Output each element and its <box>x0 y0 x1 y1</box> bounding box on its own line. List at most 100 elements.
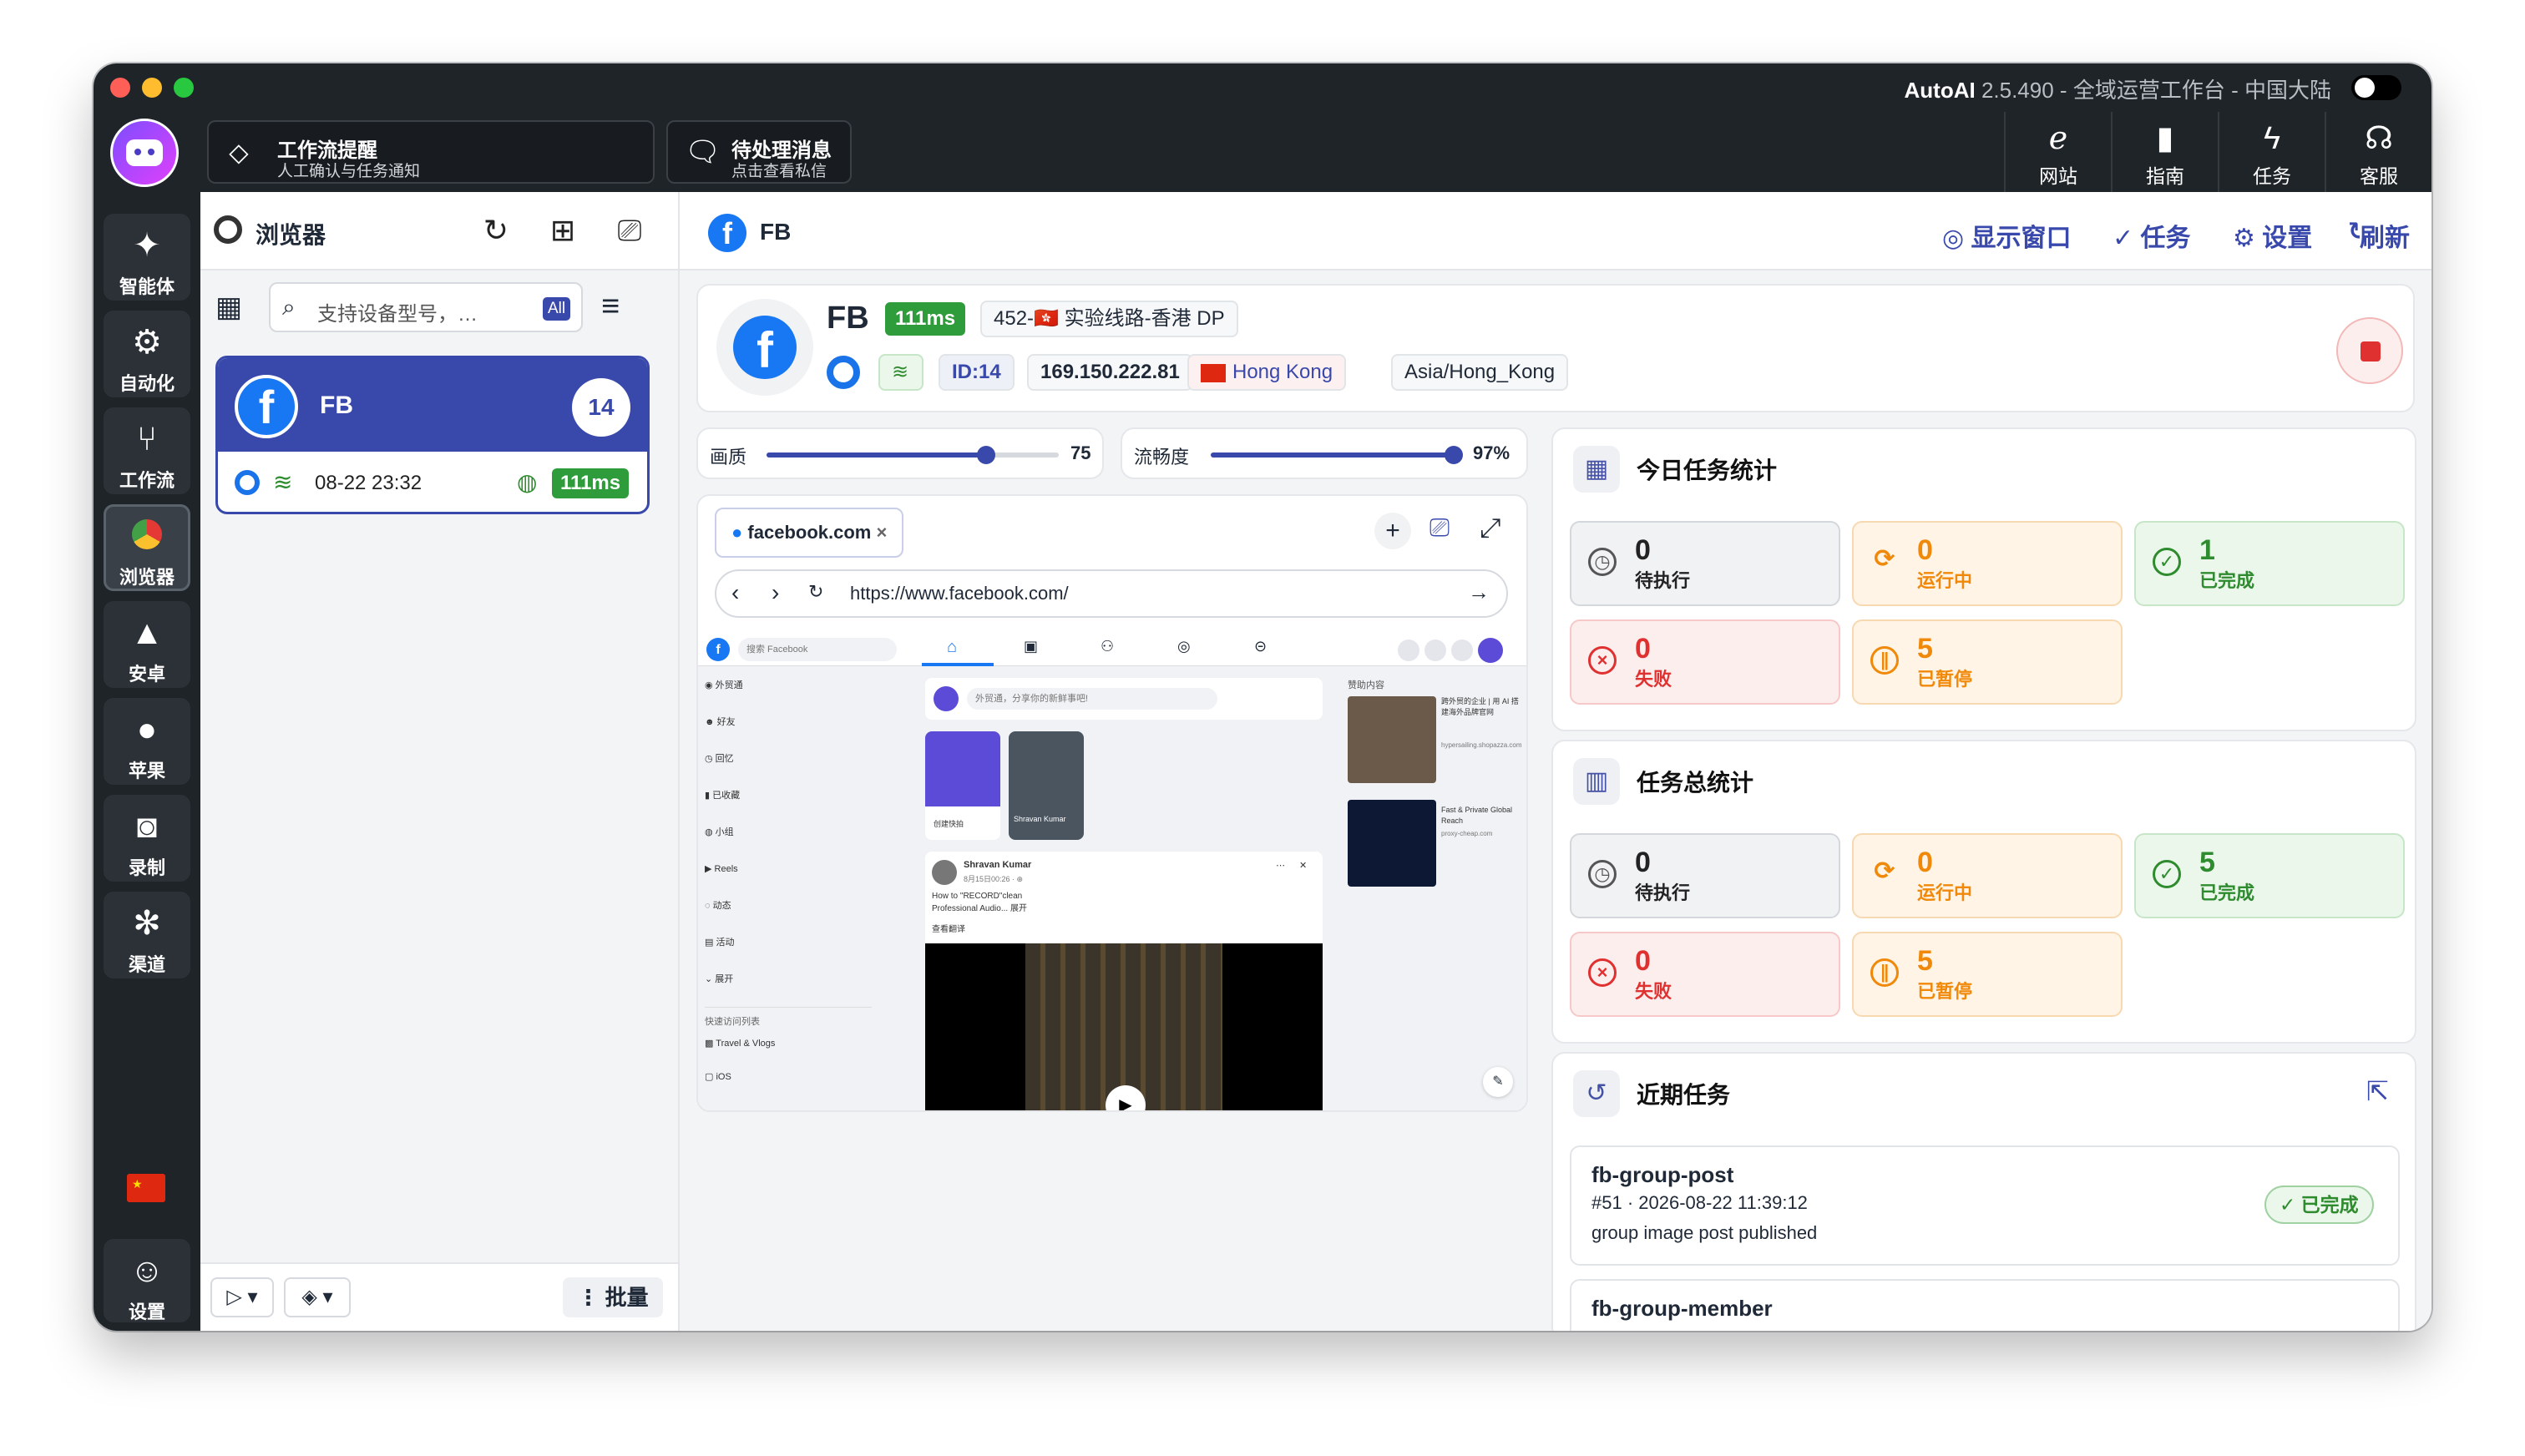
website-button[interactable]: ℯ 网站 <box>2004 112 2111 192</box>
fb-sidebar-item[interactable]: ◉ 外贸通 <box>705 676 872 713</box>
category-filter-dropdown[interactable]: ◈ ▾ <box>284 1277 351 1317</box>
post-translate[interactable]: 查看翻译 <box>932 922 965 934</box>
maximize-window-button[interactable] <box>174 78 194 98</box>
ad-title[interactable]: 跨外贸的企业 | 用 AI 搭建海外品牌官网 <box>1441 696 1521 718</box>
smooth-slider-knob[interactable] <box>1445 446 1463 464</box>
nav-apple[interactable]: ● 苹果 <box>104 698 190 785</box>
edit-icon[interactable]: ✎ <box>1483 1067 1513 1097</box>
ad-image[interactable] <box>1348 800 1436 887</box>
nav-browser[interactable]: 浏览器 <box>104 504 190 591</box>
label-filter-dropdown[interactable]: ▷ ▾ <box>210 1277 274 1317</box>
new-tab-button[interactable]: + <box>1374 513 1411 549</box>
stat-paused[interactable]: ∥ 5 已暂停 <box>1852 619 2123 705</box>
china-flag-icon[interactable]: ★ <box>127 1174 165 1202</box>
nav-workflow[interactable]: ⑂ 工作流 <box>104 407 190 494</box>
fb-sidebar-item[interactable]: ▮ 已收藏 <box>705 786 872 823</box>
refresh-label-wrap[interactable]: 刷新 <box>2360 217 2415 254</box>
marketplace-icon[interactable]: ◎ <box>1177 638 1191 655</box>
filter-badge[interactable]: All <box>543 297 571 321</box>
quality-slider[interactable] <box>767 446 1059 464</box>
cast-icon[interactable]: ⎚ <box>610 210 650 250</box>
grid-icon[interactable]: ▦ <box>215 291 242 324</box>
fb-sidebar-item[interactable]: ▶ Reels <box>705 860 872 897</box>
stop-button[interactable] <box>2336 317 2403 384</box>
back-icon[interactable]: ‹ <box>731 579 739 606</box>
guide-button[interactable]: ▮ 指南 <box>2111 112 2218 192</box>
support-button[interactable]: ☊ 客服 <box>2325 112 2431 192</box>
settings-button[interactable]: ⚙ 设置 <box>2233 217 2312 254</box>
workflow-reminder-button[interactable]: ⬦ 工作流提醒 人工确认与任务通知 <box>207 120 655 184</box>
nav-agent[interactable]: ✦ 智能体 <box>104 214 190 301</box>
smooth-slider[interactable] <box>1211 446 1463 464</box>
menu-icon[interactable] <box>1398 640 1419 661</box>
video-icon[interactable]: ▣ <box>1024 638 1038 655</box>
stat-failed[interactable]: × 0 失败 <box>1570 619 1840 705</box>
batch-button[interactable]: ⋮ 批量 <box>563 1277 663 1317</box>
fb-composer[interactable]: 外贸通，分享你的新鲜事吧! <box>925 678 1323 720</box>
recent-task-item[interactable]: fb-group-post #51 · 2026-08-22 11:39:12 … <box>1570 1145 2400 1266</box>
recent-task-item[interactable]: fb-group-member <box>1570 1279 2400 1331</box>
post-video[interactable]: ▶ <box>925 943 1323 1110</box>
fb-search[interactable]: 搜索 Facebook <box>738 638 897 661</box>
pending-messages-button[interactable]: 🗨 待处理消息 点击查看私信 <box>666 120 852 184</box>
go-icon[interactable]: → <box>1468 579 1490 605</box>
browser-tab[interactable]: ● facebook.com × <box>715 508 904 558</box>
fb-shortcut[interactable]: ▩ Travel & Vlogs <box>705 1032 872 1065</box>
stat-done[interactable]: ✓ 1 已完成 <box>2134 521 2405 606</box>
fb-sidebar-item[interactable]: ⌄ 展开 <box>705 970 872 1007</box>
messenger-icon[interactable] <box>1424 640 1446 661</box>
close-icon[interactable]: ✕ <box>1299 860 1307 871</box>
stat-failed[interactable]: × 0 失败 <box>1570 932 1840 1017</box>
stat-running[interactable]: ⟳ 0 运行中 <box>1852 833 2123 918</box>
fullscreen-icon[interactable]: ⤢ <box>1480 513 1501 544</box>
fb-sidebar-item[interactable]: ☻ 好友 <box>705 713 872 750</box>
close-window-button[interactable] <box>110 78 130 98</box>
stat-paused[interactable]: ∥ 5 已暂停 <box>1852 932 2123 1017</box>
cast-icon[interactable]: ⎚ <box>1429 514 1450 543</box>
tasks-button[interactable]: ✓ 任务 <box>2113 217 2190 254</box>
nav-settings[interactable]: ☺ 设置 <box>104 1239 190 1322</box>
tasks-top-button[interactable]: ϟ 任务 <box>2218 112 2325 192</box>
nav-automation[interactable]: ⚙ 自动化 <box>104 311 190 397</box>
post-author[interactable]: Shravan Kumar <box>964 860 1031 870</box>
fb-sidebar-item[interactable]: ◷ 回忆 <box>705 750 872 786</box>
bell-icon[interactable] <box>1451 640 1473 661</box>
stat-pending[interactable]: ◷ 0 待执行 <box>1570 833 1840 918</box>
open-external-icon[interactable]: ⇱ <box>2366 1075 2389 1107</box>
fb-avatar[interactable] <box>1478 638 1503 663</box>
stat-pending[interactable]: ◷ 0 待执行 <box>1570 521 1840 606</box>
gaming-icon[interactable]: ⊝ <box>1254 638 1267 655</box>
home-icon[interactable]: ⌂ <box>947 638 957 657</box>
fb-story-create[interactable]: 创建快拍 <box>925 731 1000 840</box>
forward-icon[interactable]: › <box>772 579 779 606</box>
stat-done[interactable]: ✓ 5 已完成 <box>2134 833 2405 918</box>
quality-slider-knob[interactable] <box>976 446 995 464</box>
refresh-icon[interactable]: ↻ <box>476 210 516 250</box>
reload-icon[interactable]: ↻ <box>808 581 823 603</box>
stat-running[interactable]: ⟳ 0 运行中 <box>1852 521 2123 606</box>
chrome-icon <box>235 470 260 495</box>
fb-sidebar-item[interactable]: ▤ 活动 <box>705 933 872 970</box>
ad-image[interactable] <box>1348 696 1436 783</box>
add-icon[interactable]: ⊞ <box>543 210 583 250</box>
notice-subtitle: 人工确认与任务通知 <box>277 163 421 180</box>
sort-icon[interactable]: ≡ <box>601 289 620 325</box>
fb-story[interactable]: Shravan Kumar <box>1009 731 1084 840</box>
fb-sidebar-item[interactable]: ◍ 小组 <box>705 823 872 860</box>
theme-toggle[interactable] <box>2351 75 2401 100</box>
search-input[interactable]: ⌕ 支持设备型号，… All <box>269 282 583 332</box>
profile-name: FB <box>827 301 869 336</box>
fb-shortcut[interactable]: ▢ iOS <box>705 1065 872 1099</box>
minimize-window-button[interactable] <box>142 78 162 98</box>
nav-record[interactable]: ◙ 录制 <box>104 795 190 882</box>
ad-title[interactable]: Fast & Private Global Reach <box>1441 805 1521 827</box>
nav-android[interactable]: ▲ 安卓 <box>104 601 190 688</box>
more-icon[interactable]: ⋯ <box>1276 860 1285 871</box>
address-bar[interactable]: ‹ › ↻ https://www.facebook.com/ → <box>715 569 1508 618</box>
nav-channel[interactable]: ✻ 渠道 <box>104 892 190 978</box>
friends-icon[interactable]: ⚇ <box>1101 638 1114 655</box>
show-window-button[interactable]: ◎ 显示窗口 <box>1942 217 2072 254</box>
fb-sidebar-item[interactable]: ◌ 动态 <box>705 897 872 933</box>
device-card[interactable]: f FB 14 ≋ 08-22 23:32 ◍ 111ms <box>215 356 650 514</box>
close-icon[interactable]: × <box>876 522 887 543</box>
